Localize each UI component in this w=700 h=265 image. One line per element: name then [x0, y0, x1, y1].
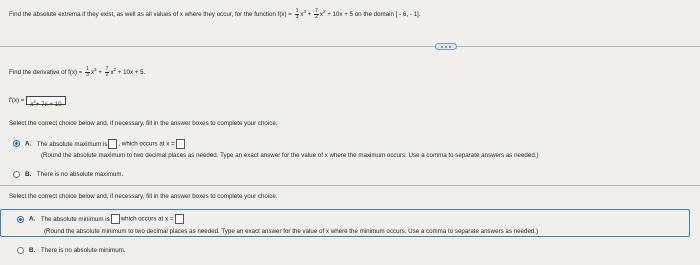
min-value-input[interactable] — [110, 214, 120, 224]
min-x-input[interactable] — [174, 214, 184, 224]
divider — [0, 185, 700, 186]
max-value-input[interactable] — [108, 139, 118, 149]
fraction-seven-halves: 72 — [314, 8, 319, 20]
question-text: Find the absolute extrema if they exist,… — [9, 8, 421, 20]
ellipsis-dot — [449, 46, 451, 48]
max-x-input[interactable] — [175, 139, 185, 149]
divider — [0, 46, 700, 47]
min-option-b-radio[interactable] — [17, 247, 24, 254]
derivative-label: f'(x) = — [9, 97, 25, 105]
max-option-a-radio[interactable] — [13, 140, 20, 147]
max-instruction: Select the correct choice below and, if … — [9, 120, 278, 127]
ellipsis-dot — [445, 46, 447, 48]
min-option-b[interactable]: B. There is no absolute minimum. — [29, 247, 126, 254]
fraction-one-third: 13 — [85, 66, 90, 78]
derivative-prompt: Find the derivative of f(x) = 1 3 x3 + 72x… — [9, 66, 146, 78]
derivative-answer-row: f'(x) = x2+ 7x + 10 — [9, 96, 66, 108]
max-option-a-hint: (Round the absolute maximum to two decim… — [41, 152, 539, 159]
max-option-b[interactable]: B. There is no absolute maximum. — [25, 171, 123, 178]
more-button[interactable] — [435, 43, 457, 50]
ellipsis-icon — [441, 46, 443, 48]
max-option-b-radio[interactable] — [13, 171, 20, 178]
max-option-a[interactable]: A. The absolute maximum is, which occurs… — [25, 139, 186, 149]
min-option-a[interactable]: A. The absolute minimum is which occurs a… — [29, 214, 185, 224]
derivative-answer-box[interactable]: x2+ 7x + 10 — [26, 96, 66, 108]
fraction-seven-halves: 72 — [104, 66, 110, 78]
min-instruction: Select the correct choice below and, if … — [9, 193, 278, 200]
min-option-a-hint: (Round the absolute minimum to two decim… — [44, 228, 539, 235]
min-option-a-radio[interactable] — [17, 216, 24, 223]
fraction-one-third: 13 — [294, 8, 300, 20]
